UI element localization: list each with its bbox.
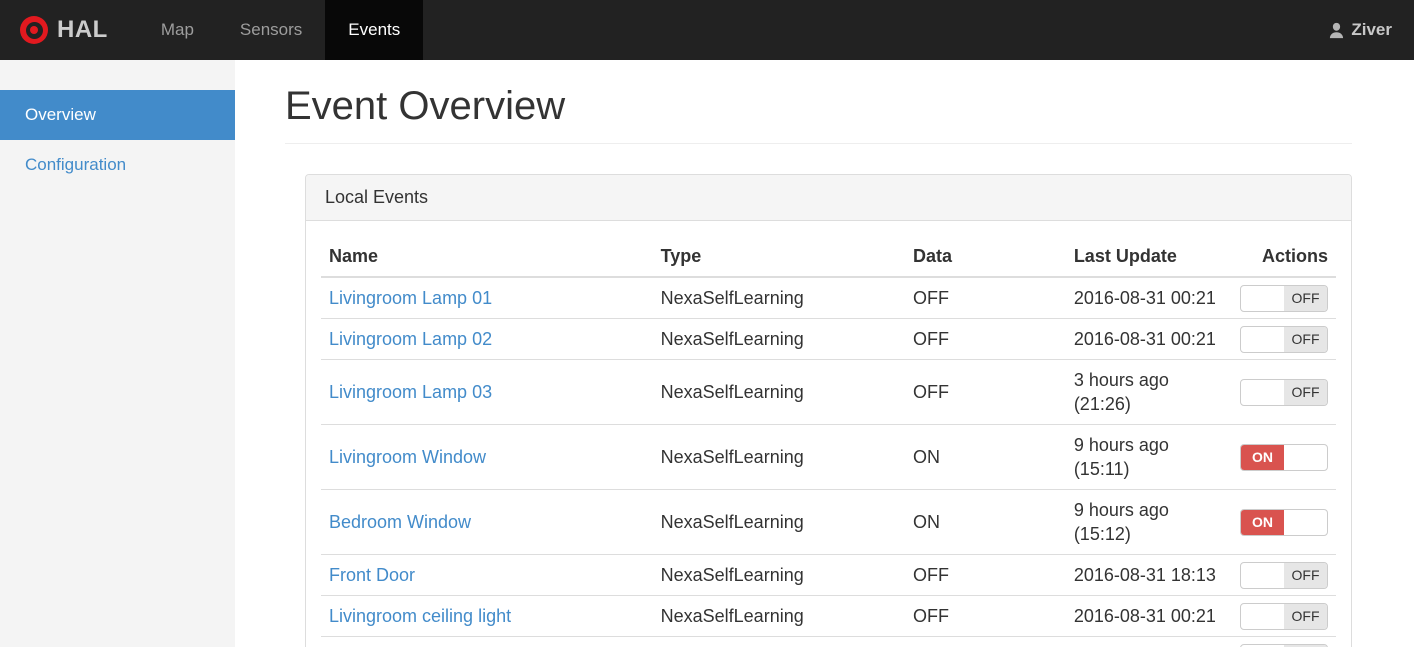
sidebar: Overview Configuration [0,60,235,647]
toggle-switch[interactable]: OFF [1240,561,1328,589]
event-type: NexaSelfLearning [652,636,905,647]
event-data: ON [904,489,1066,555]
toggle-on-side [1241,286,1284,311]
event-data: OFF [904,359,1066,425]
event-type: NexaSelfLearning [652,595,905,637]
toggle-switch[interactable]: ON [1240,508,1328,536]
table-row: Livingroom Lamp 03 NexaSelfLearning OFF … [321,359,1336,425]
toggle-switch[interactable]: OFF [1240,643,1328,647]
col-header-name: Name [321,236,653,278]
col-header-actions: Actions [1231,236,1336,278]
toggle-on-side: ON [1241,444,1284,470]
table-row: Front Door NexaSelfLearning OFF 2016-08-… [321,554,1336,596]
event-name-link[interactable]: Front Door [329,565,415,585]
hal-logo-icon [20,16,48,44]
toggle-off-side [1284,510,1327,535]
event-type: NexaSelfLearning [652,359,905,425]
toggle-off-side: OFF [1284,562,1327,588]
toggle-off-side: OFF [1284,285,1327,311]
toggle-off-side: OFF [1284,379,1327,405]
event-data: OFF [904,276,1066,319]
event-name-link[interactable]: Livingroom Lamp 02 [329,329,492,349]
toggle-switch[interactable]: OFF [1240,325,1328,353]
toggle-on-side [1241,604,1284,629]
nav-item-events[interactable]: Events [325,0,424,60]
toggle-switch[interactable]: OFF [1240,602,1328,630]
table-row: Livingroom Lamp 01 NexaSelfLearning OFF … [321,276,1336,319]
sidebar-item-label: Configuration [25,155,127,174]
sidebar-item-configuration[interactable]: Configuration [0,140,235,190]
event-data: OFF [904,554,1066,596]
event-name-link[interactable]: Livingroom Window [329,447,486,467]
event-type: NexaSelfLearning [652,424,905,490]
event-type: NexaSelfLearning [652,554,905,596]
page-title: Event Overview [285,84,1352,144]
events-table: Name Type Data Last Update Actions Livin… [321,236,1336,647]
main-content: Event Overview Local Events Name Type Da… [235,60,1414,647]
toggle-switch[interactable]: OFF [1240,284,1328,312]
toggle-switch[interactable]: ON [1240,443,1328,471]
table-row: Livingroom ceiling light NexaSelfLearnin… [321,595,1336,637]
table-row: Bedroom Window NexaSelfLearning ON 9 hou… [321,489,1336,555]
event-type: NexaSelfLearning [652,276,905,319]
sidebar-item-label: Overview [25,105,96,124]
panel-heading: Local Events [306,175,1351,221]
event-type: NexaSelfLearning [652,489,905,555]
toggle-off-side [1284,445,1327,470]
event-last-update: 2016-08-31 00:21 [1065,636,1232,647]
user-menu[interactable]: Ziver [1306,0,1414,60]
nav-item-map[interactable]: Map [138,0,217,60]
event-name-link[interactable]: Livingroom Lamp 03 [329,382,492,402]
toggle-off-side: OFF [1284,326,1327,352]
brand-home-link[interactable]: HAL [0,0,124,60]
toggle-on-side: ON [1241,509,1284,535]
event-name-link[interactable]: Livingroom Lamp 01 [329,288,492,308]
event-last-update: 2016-08-31 18:13 [1065,554,1232,596]
table-row: Livingroom Lamp 02 NexaSelfLearning OFF … [321,318,1336,360]
event-last-update: 9 hours ago (15:12) [1065,489,1232,555]
table-header-row: Name Type Data Last Update Actions [321,236,1336,278]
event-last-update: 2016-08-31 00:21 [1065,595,1232,637]
event-data: OFF [904,636,1066,647]
toggle-switch[interactable]: OFF [1240,378,1328,406]
event-data: OFF [904,318,1066,360]
local-events-panel: Local Events Name Type Data Last Update … [305,174,1352,647]
toggle-off-side: OFF [1284,603,1327,629]
navbar-links: Map Sensors Events [138,0,424,60]
col-header-type: Type [652,236,905,278]
nav-item-sensors[interactable]: Sensors [217,0,325,60]
toggle-on-side [1241,563,1284,588]
event-data: ON [904,424,1066,490]
user-name: Ziver [1351,20,1392,39]
event-last-update: 2016-08-31 00:21 [1065,276,1232,319]
toggle-on-side [1241,327,1284,352]
toggle-on-side [1241,380,1284,405]
brand-label: HAL [57,16,108,43]
event-type: NexaSelfLearning [652,318,905,360]
event-name-link[interactable]: Livingroom ceiling light [329,606,511,626]
user-icon [1330,22,1344,38]
table-row: Diningroom ceiling light NexaSelfLearnin… [321,636,1336,647]
table-row: Livingroom Window NexaSelfLearning ON 9 … [321,424,1336,490]
event-data: OFF [904,595,1066,637]
panel-body: Name Type Data Last Update Actions Livin… [306,221,1351,647]
event-name-link[interactable]: Bedroom Window [329,512,471,532]
top-navbar: HAL Map Sensors Events Ziver [0,0,1414,60]
sidebar-item-overview[interactable]: Overview [0,90,235,140]
col-header-data: Data [904,236,1066,278]
event-last-update: 9 hours ago (15:11) [1065,424,1232,490]
col-header-last-update: Last Update [1065,236,1232,278]
event-last-update: 2016-08-31 00:21 [1065,318,1232,360]
event-last-update: 3 hours ago (21:26) [1065,359,1232,425]
